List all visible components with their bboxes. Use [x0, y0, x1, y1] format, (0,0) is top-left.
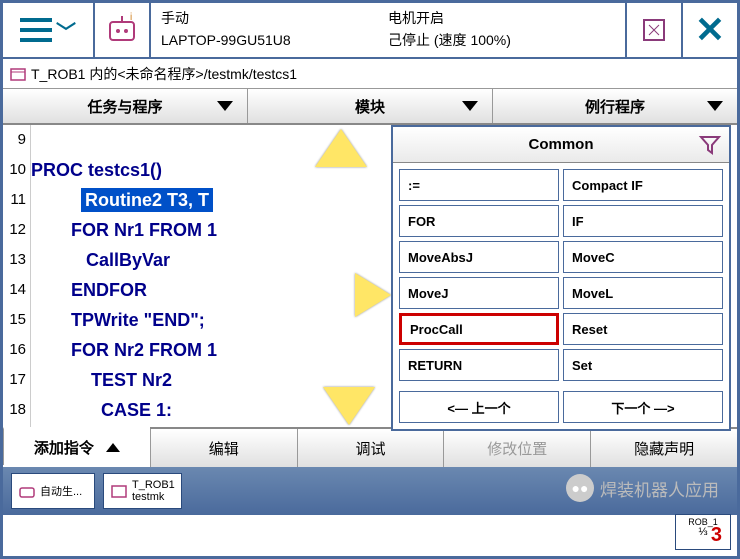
filter-icon[interactable]: [697, 131, 723, 161]
scroll-up-arrow[interactable]: [315, 129, 367, 167]
instr-moveabsj[interactable]: MoveAbsJ: [399, 241, 559, 273]
panel-prev[interactable]: <— 上一个: [399, 391, 559, 423]
instr-if[interactable]: IF: [563, 205, 723, 237]
close-button[interactable]: ✕: [681, 3, 737, 57]
wechat-icon: ●●: [566, 474, 594, 502]
chevron-down-icon: [462, 101, 478, 111]
robot-selector[interactable]: ROB_1 ⅓ 3: [675, 514, 731, 550]
mode-label: 手动: [161, 7, 388, 29]
panel-title[interactable]: Common: [393, 127, 729, 163]
red-badge: 3: [711, 524, 722, 547]
tab-task-program[interactable]: 任务与程序: [3, 89, 247, 123]
machine-label: LAPTOP-99GU51U8: [161, 29, 388, 51]
robot-status-icon[interactable]: i: [95, 3, 151, 57]
instr-for[interactable]: FOR: [399, 205, 559, 237]
close-icon: ✕: [695, 9, 725, 51]
instruction-panel: Common := Compact IF FOR IF MoveAbsJ Mov…: [391, 125, 731, 431]
program-icon: [110, 482, 128, 500]
tab-hide-declaration[interactable]: 隐藏声明: [590, 429, 737, 467]
hamburger-icon: [20, 18, 52, 42]
status-area: 手动 LAPTOP-99GU51U8 电机开启 己停止 (速度 100%): [151, 3, 625, 57]
watermark: ●● 焊装机器人应用: [566, 474, 719, 502]
selected-code[interactable]: Routine2 T3, T: [81, 188, 213, 212]
main-menu-button[interactable]: ﹀: [3, 3, 95, 57]
chevron-down-icon: [217, 101, 233, 111]
instr-movel[interactable]: MoveL: [563, 277, 723, 309]
instr-assign[interactable]: :=: [399, 169, 559, 201]
config-icon[interactable]: [625, 3, 681, 57]
tab-modify-position: 修改位置: [443, 429, 590, 467]
instr-proccall[interactable]: ProcCall: [399, 313, 559, 345]
instr-reset[interactable]: Reset: [563, 313, 723, 345]
program-icon: [9, 65, 27, 83]
task-icon: [18, 482, 36, 500]
tab-debug[interactable]: 调试: [297, 429, 444, 467]
instr-set[interactable]: Set: [563, 349, 723, 381]
breadcrumb: T_ROB1 内的<未命名程序>/testmk/testcs1: [3, 59, 737, 89]
instr-return[interactable]: RETURN: [399, 349, 559, 381]
instr-movec[interactable]: MoveC: [563, 241, 723, 273]
stopped-label: 己停止 (速度 100%): [388, 29, 615, 51]
tab-edit[interactable]: 编辑: [150, 429, 297, 467]
chevron-up-icon: [106, 443, 120, 452]
line-gutter: 9101112131415161718: [3, 125, 31, 427]
chevron-down-icon: ﹀: [56, 16, 76, 45]
scroll-down-arrow[interactable]: [323, 387, 375, 425]
taskbar-item-program[interactable]: T_ROB1 testmk: [103, 473, 182, 509]
motor-label: 电机开启: [388, 7, 615, 29]
svg-text:i: i: [130, 12, 132, 23]
chevron-down-icon: [707, 101, 723, 111]
tab-add-instruction[interactable]: 添加指令: [3, 427, 150, 465]
tab-module[interactable]: 模块: [247, 89, 492, 123]
instr-compact-if[interactable]: Compact IF: [563, 169, 723, 201]
taskbar-item-auto[interactable]: 自动生...: [11, 473, 95, 509]
panel-next[interactable]: 下一个 —>: [563, 391, 723, 423]
instr-movej[interactable]: MoveJ: [399, 277, 559, 309]
scroll-right-arrow[interactable]: [355, 273, 391, 317]
tab-routine[interactable]: 例行程序: [492, 89, 737, 123]
breadcrumb-text: T_ROB1 内的<未命名程序>/testmk/testcs1: [31, 64, 297, 84]
